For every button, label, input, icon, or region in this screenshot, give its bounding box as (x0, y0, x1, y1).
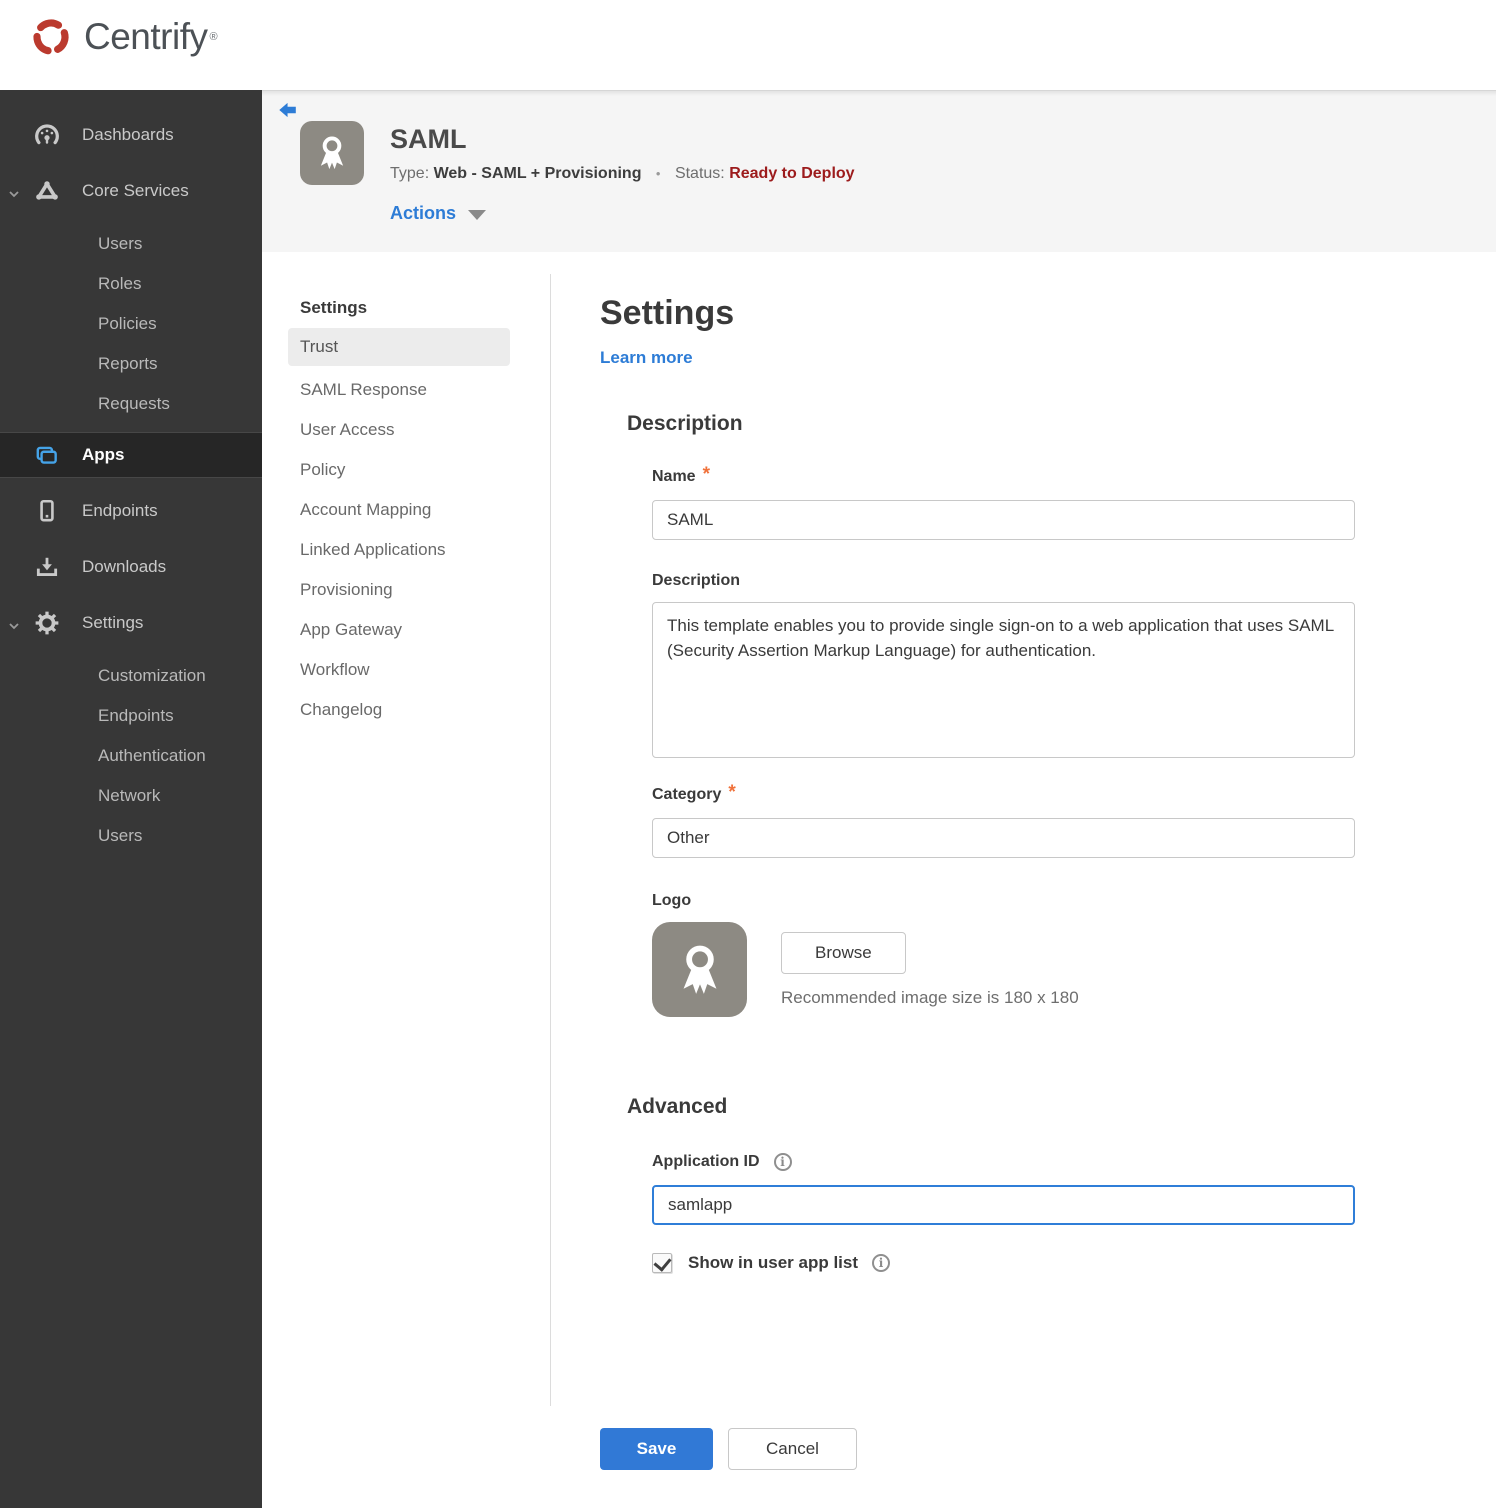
logo-label: Logo (652, 892, 692, 909)
subnav-header: Settings (300, 298, 368, 317)
settings-submenu: Customization Endpoints Authentication N… (0, 656, 262, 856)
endpoints-device-icon (34, 498, 60, 524)
downloads-icon (34, 554, 60, 580)
sidebar-item-policies[interactable]: Policies (0, 304, 262, 344)
logo-size-hint: Recommended image size is 180 x 180 (781, 988, 1079, 1007)
type-value: Web - SAML + Provisioning (433, 165, 642, 182)
subnav-item-account-mapping[interactable]: Account Mapping (262, 490, 550, 530)
content-area: SAML Type: Web - SAML + Provisioning • S… (262, 90, 1496, 1508)
form-footer: Save Cancel (600, 1428, 1496, 1470)
centrify-swirl-icon (33, 19, 69, 55)
sidebar-item-label: Core Services (82, 181, 189, 200)
status-value: Ready to Deploy (729, 165, 855, 182)
settings-subnav: Settings Trust SAML Response User Access… (262, 252, 550, 730)
sidebar-item-label: Endpoints (82, 501, 158, 520)
logo-row: Browse Recommended image size is 180 x 1… (652, 922, 1496, 1017)
award-ribbon-icon (320, 136, 344, 170)
browse-button[interactable]: Browse (781, 932, 906, 974)
caret-down-icon (468, 210, 487, 220)
subnav-item-user-access[interactable]: User Access (262, 410, 550, 450)
sidebar-item-label: Dashboards (82, 125, 174, 144)
app-logo-badge (300, 121, 364, 185)
subnav-item-app-gateway[interactable]: App Gateway (262, 610, 550, 650)
description-label: Description (652, 572, 741, 589)
sidebar-item-roles[interactable]: Roles (0, 264, 262, 304)
sidebar-item-network[interactable]: Network (0, 776, 262, 816)
category-label: Category * (652, 782, 736, 803)
save-button[interactable]: Save (600, 1428, 713, 1470)
centrify-logo: Centrify ® (28, 14, 218, 60)
gear-icon (34, 610, 60, 636)
status-label: Status: (674, 165, 725, 182)
app-title: SAML (390, 124, 467, 154)
show-in-user-app-list-checkbox[interactable] (652, 1253, 672, 1273)
application-id-label: Application ID i (652, 1153, 1496, 1171)
sidebar-item-core-services[interactable]: Core Services (0, 176, 262, 206)
subnav-item-policy[interactable]: Policy (262, 450, 550, 490)
name-label: Name * (652, 464, 710, 485)
app-meta-line: Type: Web - SAML + Provisioning • Status… (390, 165, 855, 183)
sidebar-item-apps[interactable]: Apps (0, 432, 262, 478)
centrify-admin-screen: Centrify ® Dashboards Core Services User… (0, 0, 1496, 1508)
info-icon[interactable]: i (872, 1254, 891, 1272)
name-input[interactable] (652, 500, 1355, 540)
subnav-item-workflow[interactable]: Workflow (262, 650, 550, 690)
type-label: Type: (390, 165, 430, 182)
chevron-down-icon[interactable] (8, 185, 20, 205)
sidebar-item-users[interactable]: Users (0, 224, 262, 264)
settings-form: Settings Learn more Description Name * D… (551, 252, 1496, 1470)
sidebar-item-label: Downloads (82, 557, 167, 576)
sidebar: Dashboards Core Services Users Roles Pol… (0, 90, 262, 1508)
chevron-down-icon[interactable] (8, 617, 20, 637)
subnav-item-saml-response[interactable]: SAML Response (262, 370, 550, 410)
sidebar-item-customization[interactable]: Customization (0, 656, 262, 696)
sidebar-item-dashboards[interactable]: Dashboards (0, 120, 262, 150)
subnav-item-linked-applications[interactable]: Linked Applications (262, 530, 550, 570)
logo-controls: Browse Recommended image size is 180 x 1… (781, 922, 1079, 1017)
sidebar-item-requests[interactable]: Requests (0, 384, 262, 424)
sidebar-item-authentication[interactable]: Authentication (0, 736, 262, 776)
cancel-button[interactable]: Cancel (728, 1428, 857, 1470)
advanced-section-heading: Advanced (627, 1095, 728, 1118)
page-title: Settings (600, 294, 735, 332)
sidebar-item-settings-users[interactable]: Users (0, 816, 262, 856)
actions-dropdown[interactable]: Actions (390, 203, 487, 224)
sidebar-item-endpoints[interactable]: Endpoints (0, 496, 262, 526)
top-bar: Centrify ® (0, 0, 1496, 90)
back-arrow-icon[interactable] (276, 99, 298, 121)
subnav-item-provisioning[interactable]: Provisioning (262, 570, 550, 610)
sidebar-item-settings-endpoints[interactable]: Endpoints (0, 696, 262, 736)
info-icon[interactable]: i (773, 1153, 792, 1171)
page-body: Settings Trust SAML Response User Access… (262, 252, 1496, 1470)
sidebar-item-label: Apps (82, 445, 125, 464)
required-asterisk: * (702, 464, 710, 485)
core-services-icon (34, 178, 60, 204)
core-services-submenu: Users Roles Policies Reports Requests (0, 224, 262, 424)
subnav-item-trust[interactable]: Trust (288, 328, 510, 366)
category-input[interactable] (652, 818, 1355, 858)
brand-trademark: ® (209, 31, 218, 43)
logo-preview (652, 922, 747, 1017)
subnav-item-changelog[interactable]: Changelog (262, 690, 550, 730)
apps-icon (34, 442, 60, 468)
sidebar-item-reports[interactable]: Reports (0, 344, 262, 384)
sidebar-item-label: Settings (82, 613, 144, 632)
actions-label: Actions (390, 203, 457, 223)
sidebar-item-downloads[interactable]: Downloads (0, 552, 262, 582)
brand-name: Centrify (84, 16, 208, 57)
app-header: SAML Type: Web - SAML + Provisioning • S… (262, 90, 1496, 252)
application-id-input[interactable] (652, 1185, 1355, 1225)
award-ribbon-icon (683, 945, 716, 994)
required-asterisk: * (728, 782, 736, 803)
description-textarea[interactable]: This template enables you to provide sin… (652, 602, 1355, 758)
description-section-heading: Description (627, 412, 743, 435)
meta-separator: • (655, 166, 661, 181)
sidebar-item-settings[interactable]: Settings (0, 608, 262, 638)
show-in-user-app-list-label: Show in user app list (688, 1253, 859, 1272)
dashboard-gauge-icon (34, 122, 60, 148)
learn-more-link[interactable]: Learn more (600, 348, 693, 368)
show-in-user-app-list-row: Show in user app list i (652, 1253, 1496, 1273)
